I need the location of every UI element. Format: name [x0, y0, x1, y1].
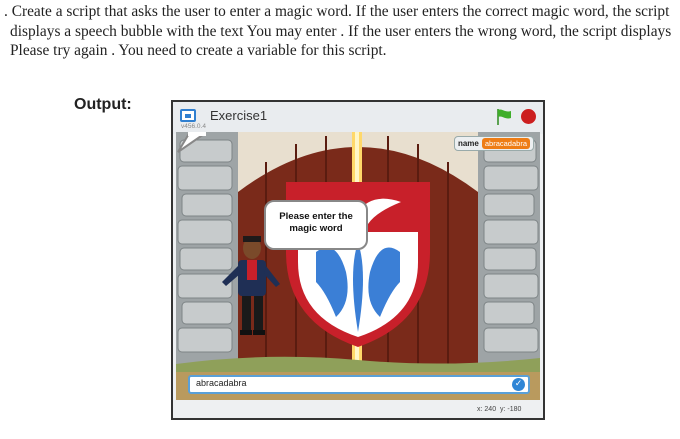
output-label: Output:: [74, 96, 132, 113]
instruction-line-1: . Create a script that asks the user to …: [4, 3, 670, 20]
checkmark-icon[interactable]: ✓: [512, 378, 525, 391]
castle-door-backdrop: [176, 132, 540, 400]
instruction-line-2: displays a speech bubble with the text Y…: [10, 22, 672, 40]
speech-bubble-tail: [177, 132, 206, 153]
project-title: Exercise1: [210, 108, 268, 123]
player-titlebar: Exercise1 v456.0.4: [173, 102, 543, 134]
instructions: . Create a script that asks the user to …: [4, 2, 676, 61]
variable-monitor: name abracadabra: [453, 136, 534, 151]
version-label: v456.0.4: [181, 123, 206, 130]
app-icon: [180, 109, 196, 122]
answer-input-value: abracadabra: [196, 378, 247, 388]
variable-name: name: [457, 139, 479, 148]
mouse-coordinates: x: 240 y: -180: [477, 406, 522, 413]
stop-icon[interactable]: [521, 109, 536, 124]
variable-value: abracadabra: [481, 138, 530, 149]
green-flag-icon[interactable]: [496, 108, 512, 126]
speech-bubble: Please enter the magic word: [264, 200, 368, 250]
instruction-line-3: Please try again . You need to create a …: [10, 42, 387, 59]
answer-input[interactable]: abracadabra ✓: [188, 375, 530, 394]
scratch-player: Exercise1 v456.0.4 name abracadabra Plea…: [171, 100, 545, 420]
stage: name abracadabra Please enter the magic …: [176, 132, 540, 400]
